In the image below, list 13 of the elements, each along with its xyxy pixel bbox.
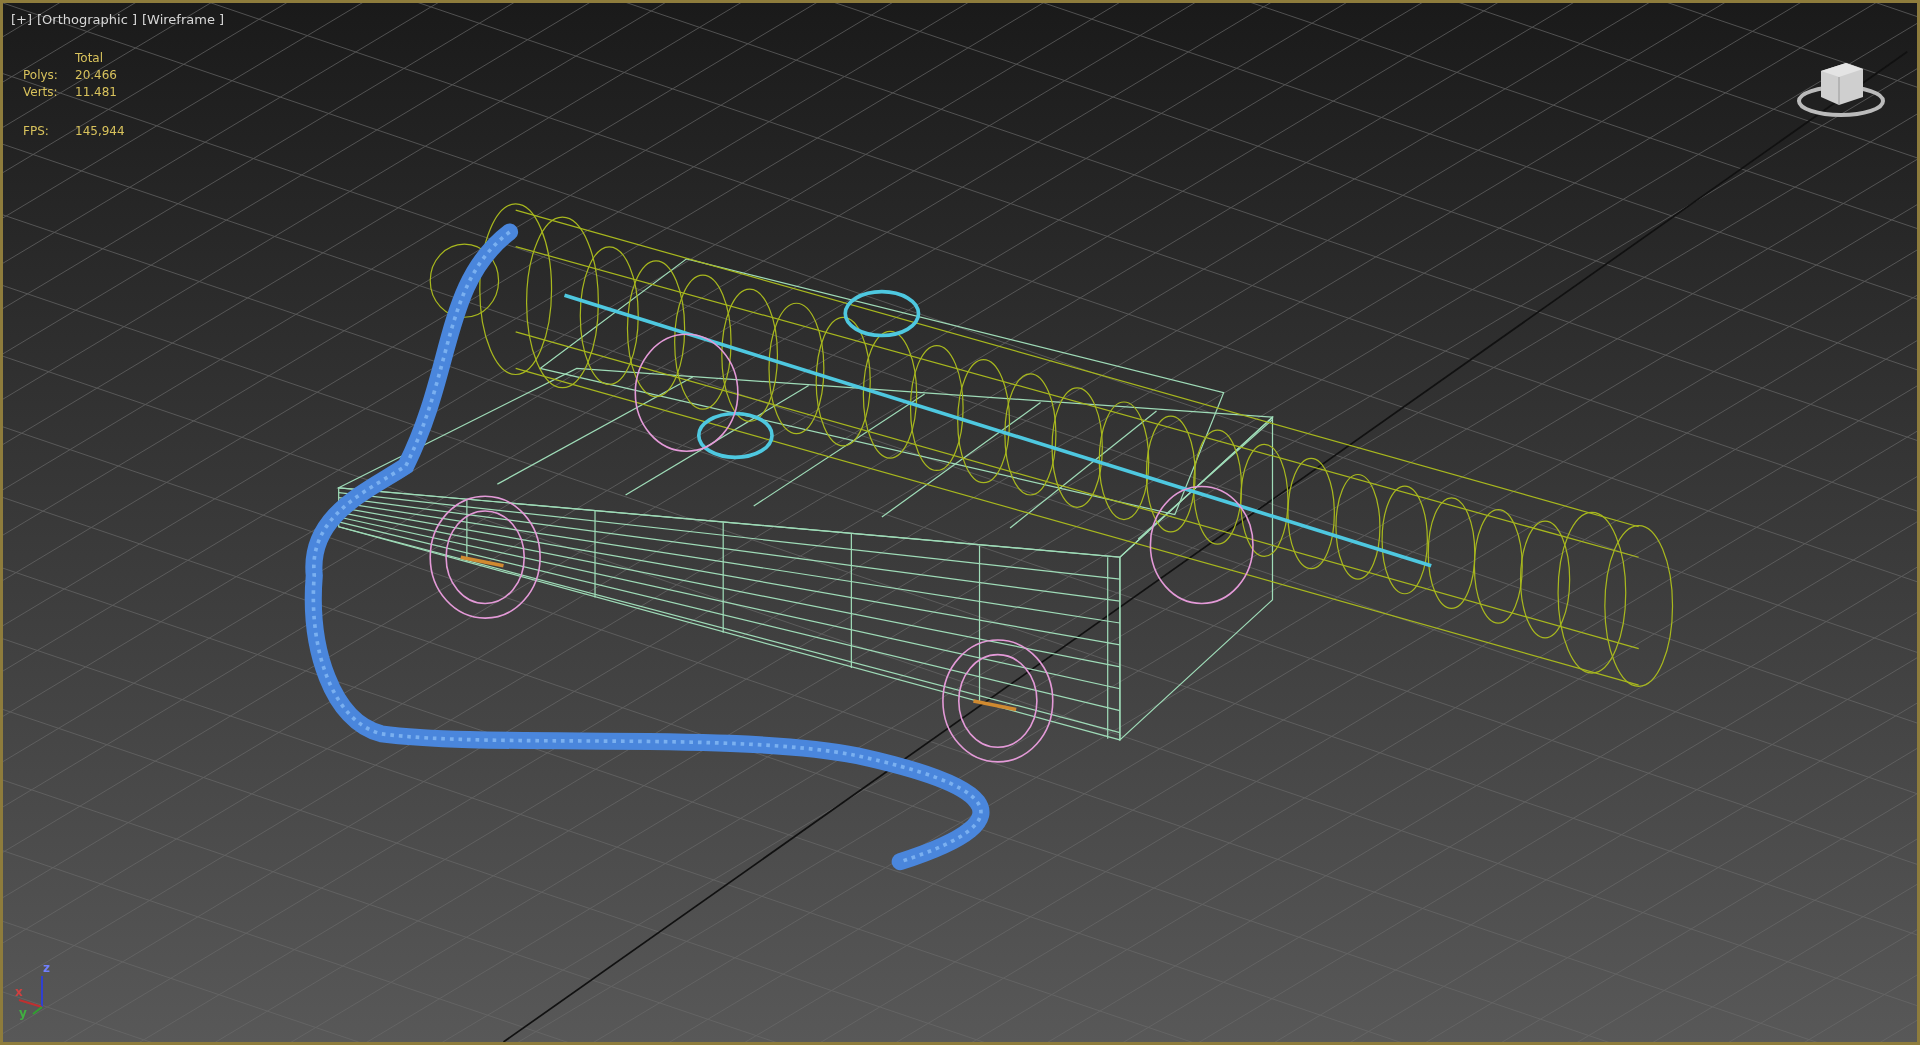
axis-label: x	[15, 985, 23, 999]
stat-label: Polys:	[23, 68, 59, 82]
viewport-menu-label[interactable]: [Wireframe ]	[142, 12, 225, 27]
viewport-menu-label[interactable]: [Orthographic ]	[37, 12, 137, 27]
stat-value: 20.466	[75, 68, 118, 82]
axis-label: z	[43, 962, 50, 975]
stats-header: Total	[75, 51, 105, 65]
stat-value: 11.481	[75, 85, 118, 99]
fps-value: 145,944	[75, 124, 125, 138]
stat-label: Verts:	[23, 85, 59, 99]
viewport-menu-label[interactable]: [+]	[11, 12, 33, 27]
fps-label: FPS:	[23, 124, 50, 138]
axis-label: y	[19, 1006, 27, 1020]
